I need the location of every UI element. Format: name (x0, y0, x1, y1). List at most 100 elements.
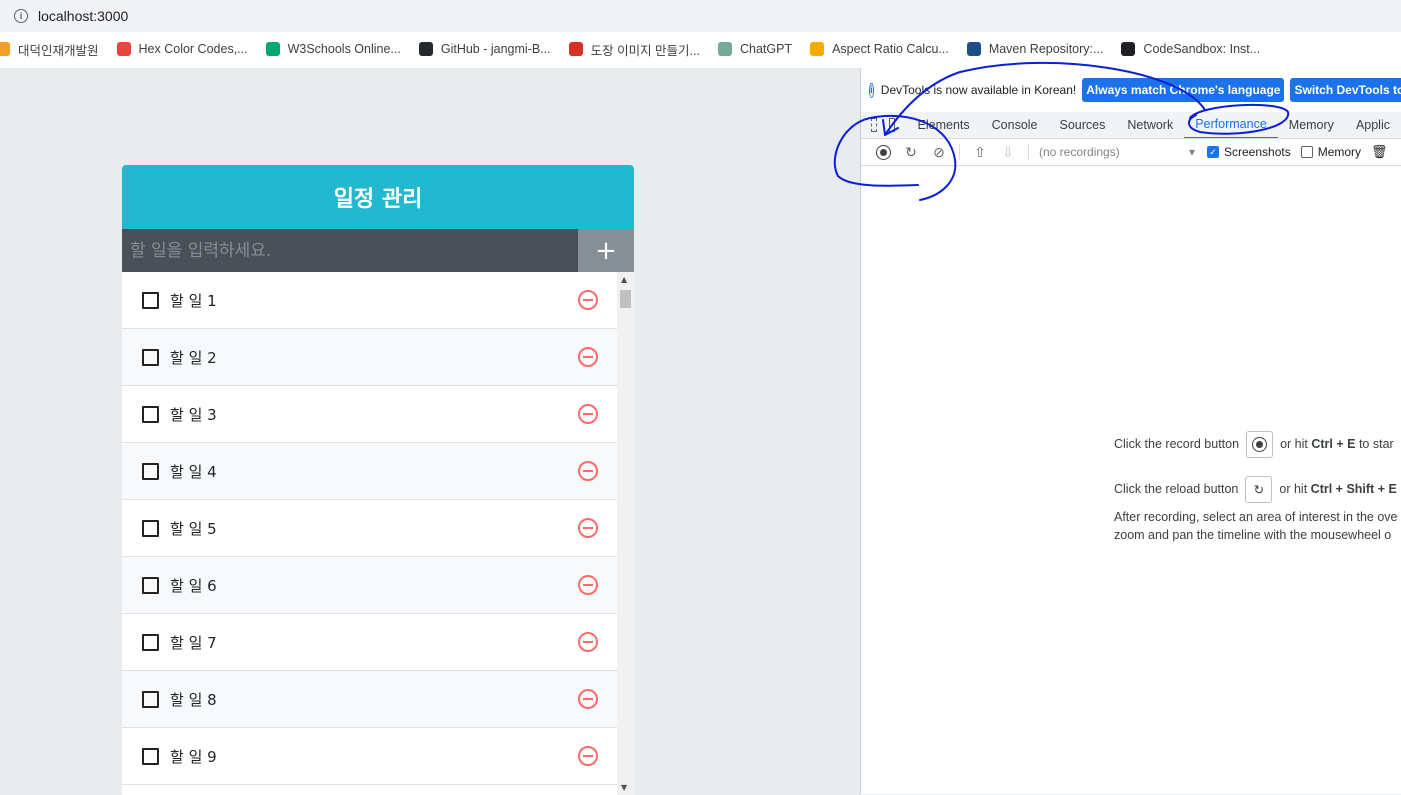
tab-network[interactable]: Network (1116, 112, 1184, 138)
landing-record-text: Click the record button (1114, 437, 1240, 451)
infobar-text: DevTools is now available in Korean! (880, 83, 1077, 97)
tab-applic[interactable]: Applic (1345, 112, 1401, 138)
devtools-tabs: Elements Console Sources Network Performance… (861, 112, 1401, 139)
checkbox-icon[interactable] (142, 405, 159, 423)
bookmark-item[interactable]: Aspect Ratio Calcu... (810, 42, 949, 56)
devtools-panel: i DevTools is now available in Korean! A… (860, 68, 1401, 794)
checkbox-icon[interactable] (142, 633, 159, 651)
bookmark-item[interactable]: Hex Color Codes,... (116, 42, 248, 56)
todo-insert-form: + (122, 229, 634, 272)
save-profile-button[interactable]: ⇩ (994, 142, 1022, 162)
tab-elements[interactable]: Elements (907, 112, 981, 138)
checkbox-icon[interactable] (142, 747, 159, 765)
scroll-up-icon[interactable]: ▲ (621, 275, 627, 284)
switch-language-button[interactable]: Switch DevTools to Ko (1290, 78, 1401, 102)
address-bar[interactable]: i localhost:3000 (0, 0, 1401, 32)
bookmark-item[interactable]: CodeSandbox: Inst... (1121, 42, 1260, 56)
info-icon: i (869, 82, 874, 98)
remove-icon[interactable] (578, 404, 598, 424)
todo-template: 일정 관리 + 할 일 1 할 일 2 할 일 3 할 일 4 할 일 5 할 일 6 할 … (122, 165, 634, 795)
clear-button[interactable]: ⊘ (925, 142, 953, 162)
remove-icon[interactable] (578, 746, 598, 766)
add-button[interactable]: + (578, 229, 634, 272)
todo-item-text: 할 일 4 (170, 462, 217, 481)
bookmark-label: ChatGPT (739, 42, 793, 56)
todo-item[interactable]: 할 일 5 (122, 500, 617, 557)
remove-icon[interactable] (578, 689, 598, 709)
scrollbar[interactable]: ▲ ▼ (617, 272, 634, 795)
todo-item[interactable]: 할 일 8 (122, 671, 617, 728)
trash-icon[interactable]: 🗑 (1371, 144, 1388, 160)
todo-item-text: 할 일 2 (170, 348, 217, 367)
inspect-element-icon[interactable] (871, 118, 877, 132)
bookmark-label: 도장 이미지 만들기... (590, 43, 700, 58)
todo-item-text: 할 일 3 (170, 405, 217, 424)
remove-icon[interactable] (578, 632, 598, 652)
todo-item[interactable]: 할 일 1 (122, 272, 617, 329)
bookmark-item[interactable]: Maven Repository:... (966, 42, 1104, 56)
bookmark-favicon-icon (1121, 42, 1136, 56)
todo-item[interactable]: 할 일 4 (122, 443, 617, 500)
landing-reload-button[interactable]: ↻ (1245, 475, 1273, 503)
remove-icon[interactable] (578, 518, 598, 538)
todo-item[interactable]: 할 일 9 (122, 728, 617, 785)
bookmark-label: W3Schools Online... (287, 42, 401, 56)
bookmark-item[interactable]: W3Schools Online... (265, 42, 401, 56)
remove-icon[interactable] (578, 575, 598, 595)
todo-item[interactable]: 할 일 7 (122, 614, 617, 671)
upload-icon: ⇧ (974, 143, 986, 160)
checkbox-icon[interactable] (142, 519, 159, 537)
todo-item-text: 할 일 6 (170, 576, 217, 595)
todo-item[interactable]: 할 일 6 (122, 557, 617, 614)
bookmarks-bar: 대덕인재개발원 Hex Color Codes,... W3Schools Onli… (0, 34, 1401, 64)
device-toolbar-icon[interactable] (888, 118, 895, 132)
tab-sources[interactable]: Sources (1049, 112, 1117, 138)
todo-item[interactable]: 할 일 3 (122, 386, 617, 443)
recordings-select[interactable]: (no recordings) ▾ (1035, 145, 1195, 159)
checkbox-icon[interactable] (142, 291, 159, 309)
landing-record-button[interactable] (1246, 430, 1274, 458)
load-profile-button[interactable]: ⇧ (966, 142, 994, 162)
todo-item[interactable]: 할 일 2 (122, 329, 617, 386)
record-button[interactable] (869, 142, 897, 162)
checkbox-icon[interactable] (142, 462, 159, 480)
bookmark-item[interactable]: 도장 이미지 만들기... (568, 40, 700, 59)
info-icon[interactable]: i (14, 9, 28, 23)
screenshots-checkbox[interactable]: ✓ Screenshots (1207, 145, 1291, 159)
bookmark-favicon-icon (568, 42, 583, 56)
todo-item-text: 할 일 9 (170, 747, 217, 766)
scrollbar-thumb[interactable] (620, 290, 631, 308)
checkbox-icon[interactable] (142, 576, 159, 594)
remove-icon[interactable] (578, 461, 598, 481)
tab-memory[interactable]: Memory (1278, 112, 1345, 138)
tab-console[interactable]: Console (981, 112, 1049, 138)
reload-record-button[interactable]: ↻ (897, 142, 925, 162)
bookmark-item[interactable]: GitHub - jangmi-B... (418, 42, 551, 56)
screenshots-label: Screenshots (1224, 145, 1291, 159)
memory-checkbox[interactable]: Memory (1300, 145, 1361, 159)
todo-input[interactable] (122, 229, 578, 272)
match-language-button[interactable]: Always match Chrome's language (1082, 78, 1285, 102)
bookmark-label: Aspect Ratio Calcu... (832, 42, 949, 56)
bookmark-item[interactable]: 대덕인재개발원 (0, 40, 99, 59)
record-icon (875, 144, 891, 160)
checkbox-icon[interactable] (142, 690, 159, 708)
remove-icon[interactable] (578, 347, 598, 367)
checkbox-icon[interactable] (142, 348, 159, 366)
bookmark-favicon-icon (0, 42, 10, 56)
bookmark-favicon-icon (265, 42, 280, 56)
url-text: localhost:3000 (38, 8, 129, 24)
page-title: 일정 관리 (122, 165, 634, 229)
performance-toolbar: ↻ ⊘ ⇧ ⇩ (no recordings) ▾ ✓ Screenshots … (861, 139, 1401, 166)
landing-paragraph-line1: After recording, select an area of inter… (1114, 510, 1398, 524)
bookmark-item[interactable]: ChatGPT (717, 42, 793, 56)
landing-record-suffix: to star (1358, 437, 1394, 451)
landing-reload-shortcut: Ctrl + Shift + E (1310, 482, 1397, 496)
tab-performance[interactable]: Performance (1184, 112, 1278, 138)
bookmark-label: Maven Repository:... (988, 42, 1104, 56)
scroll-down-icon[interactable]: ▼ (621, 783, 627, 792)
bookmark-favicon-icon (116, 42, 131, 56)
reload-icon: ↻ (1253, 482, 1265, 497)
remove-icon[interactable] (578, 290, 598, 310)
bookmark-label: 대덕인재개발원 (18, 43, 99, 58)
